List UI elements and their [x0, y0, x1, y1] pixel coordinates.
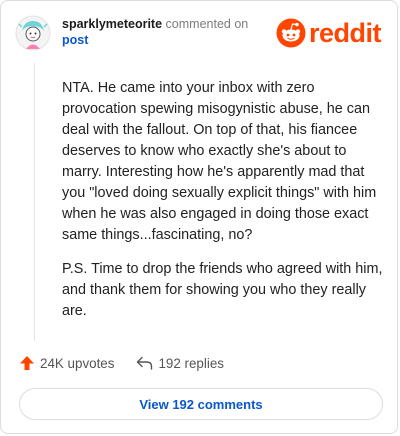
thread-line: [34, 63, 35, 341]
comment-actions: 24K upvotes 192 replies: [19, 355, 246, 371]
view-comments-label: View 192 comments: [139, 396, 263, 412]
upvote-count: 24K upvotes: [40, 355, 115, 371]
reddit-wordmark: reddit: [308, 18, 382, 48]
reddit-snoo-icon: [276, 18, 306, 48]
reply-count: 192 replies: [158, 355, 224, 371]
comment-paragraph: NTA. He came into your inbox with zero p…: [62, 80, 377, 243]
upvote-button[interactable]: 24K upvotes: [19, 355, 114, 371]
comment-paragraph: P.S. Time to drop the friends who agreed…: [62, 261, 383, 319]
reddit-logo[interactable]: reddit: [276, 18, 382, 48]
comment-card: sparklymeteorite commented on post reddi…: [0, 0, 398, 434]
user-avatar[interactable]: [15, 15, 51, 51]
avatar-icon: [15, 15, 51, 51]
username[interactable]: sparklymeteorite: [62, 17, 162, 31]
post-link[interactable]: post: [62, 32, 262, 48]
replies-button[interactable]: 192 replies: [136, 356, 224, 371]
comment-body: NTA. He came into your inbox with zero p…: [62, 78, 384, 335]
upvote-arrow-icon: [20, 356, 34, 370]
action-text: commented on: [165, 17, 249, 31]
reply-arrow-icon: [137, 356, 153, 370]
view-comments-button[interactable]: View 192 comments: [19, 388, 383, 420]
comment-header: sparklymeteorite commented on post: [62, 16, 262, 48]
